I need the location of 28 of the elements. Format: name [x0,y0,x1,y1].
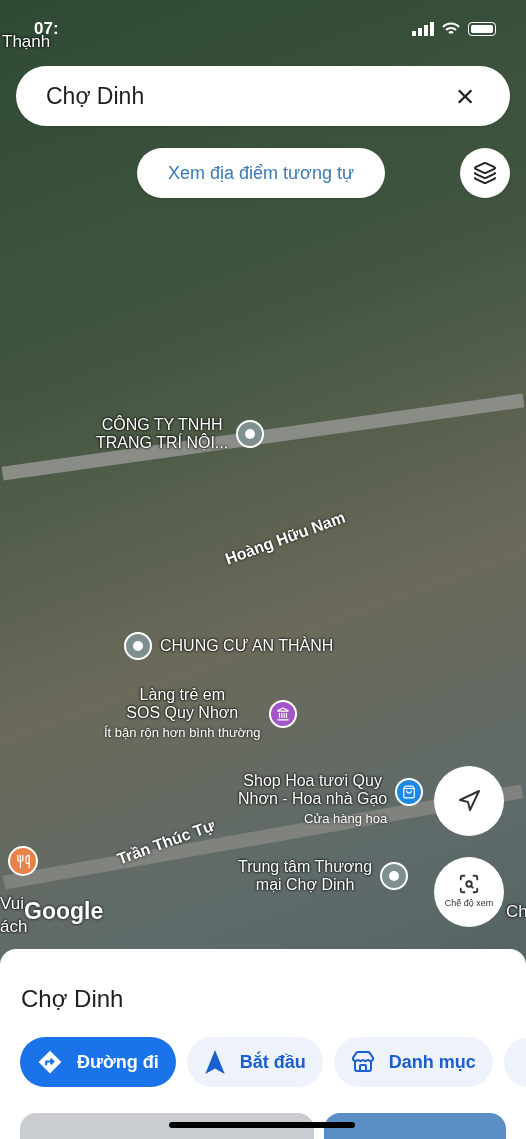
navigation-arrow-icon [203,1049,226,1075]
map-label: Vui [0,894,24,913]
location-arrow-icon [457,789,481,813]
street-label: Hoàng Hữu Nam [222,508,348,568]
place-status: Ít bận rộn hơn bình thường [104,723,261,742]
place-category: Cửa hàng hoa [304,809,388,828]
map-label: Trung tâm Thương mại Chợ Dinh [238,858,373,895]
similar-places-button[interactable]: Xem địa điểm tương tự [137,148,385,198]
map-label: CHUNG CƯ AN THÀNH [160,636,334,656]
store-icon [350,1050,375,1074]
street-label: Trần Thúc Tự [114,816,217,868]
layers-icon [473,161,497,185]
map-label: Làng trẻ em SOS Quy Nhơn [126,686,239,723]
directions-icon [37,1049,63,1075]
map-label: Shop Hoa tươi Quy Nhơn - Hoa nhà Gạo [238,772,388,809]
action-chip[interactable]: Đường đi [20,1037,176,1087]
place-title: Chợ Dinh [20,984,125,1014]
search-bar[interactable]: Chợ Dinh × [16,66,510,126]
close-button[interactable]: × [450,81,480,111]
signal-icon [412,22,434,36]
wifi-icon [442,22,460,36]
camera-scan-icon [458,873,480,896]
search-query: Chợ Dinh [46,81,146,111]
battery-icon [468,22,496,36]
map-label: CÔNG TY TNHH TRANG TRÍ NỘI... [96,416,229,453]
action-chip[interactable]: Danh mục [333,1037,493,1087]
action-chip[interactable]: Bắt đầu [186,1037,323,1087]
map-label: Ch [506,902,526,921]
